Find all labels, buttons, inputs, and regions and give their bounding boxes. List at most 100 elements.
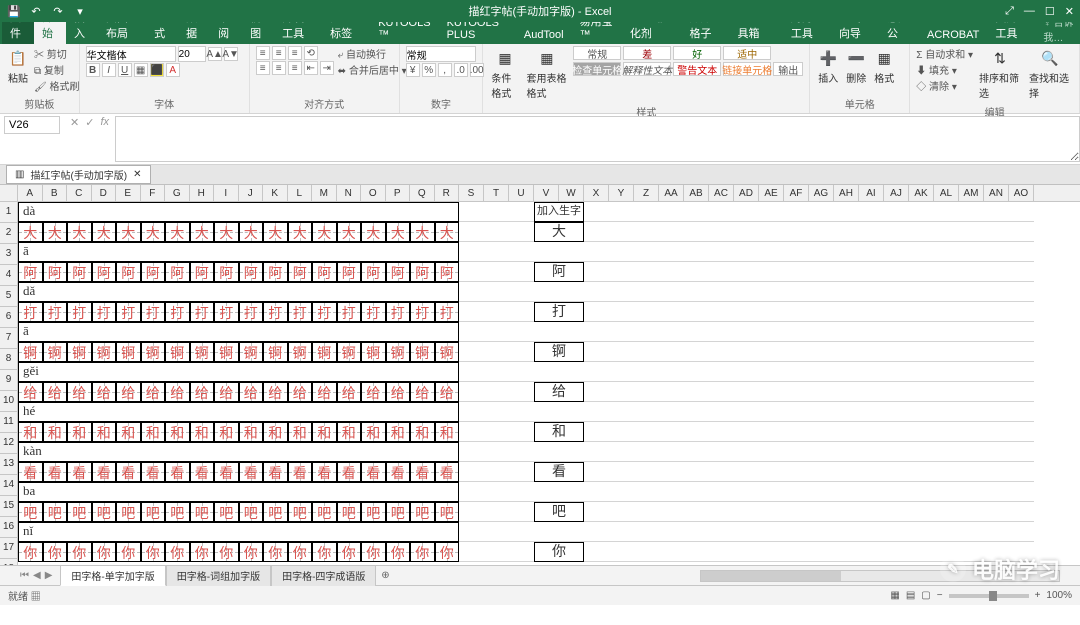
practice-char-cell[interactable]: 打 bbox=[43, 302, 68, 322]
undo-icon[interactable]: ↶ bbox=[28, 3, 44, 19]
sheet-tab[interactable]: 田字格-词组加字版 bbox=[166, 565, 271, 586]
practice-char-cell[interactable]: 吧 bbox=[435, 502, 460, 522]
delete-cells-button[interactable]: ➖删除 bbox=[844, 46, 868, 87]
view-normal-icon[interactable]: ▦ bbox=[890, 590, 899, 601]
sheet-tab[interactable]: 田字格-单字加字版 bbox=[60, 565, 165, 586]
align-top-icon[interactable]: ≡ bbox=[256, 46, 270, 60]
practice-char-cell[interactable]: 打 bbox=[239, 302, 264, 322]
row-header[interactable]: 1 bbox=[0, 202, 18, 223]
column-header[interactable]: AE bbox=[759, 185, 784, 201]
practice-char-cell[interactable]: 吧 bbox=[288, 502, 313, 522]
name-box[interactable] bbox=[4, 116, 60, 134]
practice-char-cell[interactable]: 大 bbox=[214, 222, 239, 242]
column-header[interactable]: G bbox=[165, 185, 190, 201]
practice-char-cell[interactable]: 给 bbox=[92, 382, 117, 402]
comma-icon[interactable]: , bbox=[438, 63, 452, 77]
align-right-icon[interactable]: ≡ bbox=[288, 61, 302, 75]
practice-char-cell[interactable]: 打 bbox=[312, 302, 337, 322]
pinyin-cell[interactable]: dǎ bbox=[18, 282, 459, 302]
practice-char-cell[interactable]: 给 bbox=[361, 382, 386, 402]
sheet-tab[interactable]: 田字格-四字成语版 bbox=[271, 565, 376, 586]
practice-char-cell[interactable]: 和 bbox=[18, 422, 43, 442]
style-good[interactable]: 好 bbox=[673, 46, 721, 60]
practice-char-cell[interactable]: 大 bbox=[410, 222, 435, 242]
increase-font-icon[interactable]: A▲ bbox=[208, 47, 222, 61]
practice-char-cell[interactable]: 你 bbox=[67, 542, 92, 562]
paste-button[interactable]: 📋粘贴 bbox=[6, 46, 30, 87]
column-header[interactable]: AL bbox=[934, 185, 959, 201]
practice-char-cell[interactable]: 大 bbox=[435, 222, 460, 242]
practice-char-cell[interactable]: 吧 bbox=[92, 502, 117, 522]
row-header[interactable]: 12 bbox=[0, 433, 18, 454]
practice-char-cell[interactable]: 大 bbox=[92, 222, 117, 242]
border-icon[interactable]: ▦ bbox=[134, 63, 148, 77]
insert-cells-button[interactable]: ➕插入 bbox=[816, 46, 840, 87]
practice-char-cell[interactable]: 阿 bbox=[214, 262, 239, 282]
practice-char-cell[interactable]: 你 bbox=[386, 542, 411, 562]
fx-icon[interactable]: fx bbox=[100, 116, 109, 129]
practice-char-cell[interactable]: 你 bbox=[263, 542, 288, 562]
practice-char-cell[interactable]: 锕 bbox=[43, 342, 68, 362]
column-header[interactable]: L bbox=[288, 185, 313, 201]
row-header[interactable]: 10 bbox=[0, 391, 18, 412]
practice-char-cell[interactable]: 阿 bbox=[239, 262, 264, 282]
practice-char-cell[interactable]: 你 bbox=[116, 542, 141, 562]
pinyin-cell[interactable]: dà bbox=[18, 202, 459, 222]
ribbon-options-icon[interactable]: ⤢ bbox=[1005, 5, 1014, 18]
format-painter-button[interactable]: 🖌 格式刷 bbox=[34, 78, 79, 93]
column-header[interactable]: AB bbox=[684, 185, 709, 201]
style-warning[interactable]: 警告文本 bbox=[673, 62, 721, 76]
font-color-icon[interactable]: A bbox=[166, 63, 180, 77]
practice-char-cell[interactable]: 阿 bbox=[337, 262, 362, 282]
inc-decimal-icon[interactable]: .0 bbox=[454, 63, 468, 77]
practice-char-cell[interactable]: 吧 bbox=[214, 502, 239, 522]
practice-char-cell[interactable]: 阿 bbox=[361, 262, 386, 282]
practice-char-cell[interactable]: 吧 bbox=[67, 502, 92, 522]
pinyin-cell[interactable]: kàn bbox=[18, 442, 459, 462]
view-pagebreak-icon[interactable]: ▢ bbox=[921, 590, 930, 601]
column-header[interactable]: Q bbox=[410, 185, 435, 201]
pinyin-cell[interactable]: gěi bbox=[18, 362, 459, 382]
cancel-fx-icon[interactable]: ✕ bbox=[70, 116, 79, 129]
pinyin-cell[interactable]: hé bbox=[18, 402, 459, 422]
practice-char-cell[interactable]: 锕 bbox=[214, 342, 239, 362]
practice-char-cell[interactable]: 看 bbox=[165, 462, 190, 482]
column-header[interactable]: O bbox=[361, 185, 386, 201]
column-header[interactable]: AJ bbox=[884, 185, 909, 201]
practice-char-cell[interactable]: 看 bbox=[435, 462, 460, 482]
practice-char-cell[interactable]: 和 bbox=[337, 422, 362, 442]
column-header[interactable]: B bbox=[43, 185, 68, 201]
practice-char-cell[interactable]: 大 bbox=[288, 222, 313, 242]
column-header[interactable]: T bbox=[484, 185, 509, 201]
row-header[interactable]: 14 bbox=[0, 475, 18, 496]
practice-char-cell[interactable]: 吧 bbox=[18, 502, 43, 522]
practice-char-cell[interactable]: 大 bbox=[165, 222, 190, 242]
pinyin-cell[interactable]: nǐ bbox=[18, 522, 459, 542]
practice-char-cell[interactable]: 大 bbox=[337, 222, 362, 242]
practice-char-cell[interactable]: 吧 bbox=[410, 502, 435, 522]
practice-char-cell[interactable]: 大 bbox=[190, 222, 215, 242]
practice-char-cell[interactable]: 打 bbox=[190, 302, 215, 322]
sort-filter-button[interactable]: ⇅排序和筛选 bbox=[977, 46, 1023, 102]
practice-char-cell[interactable]: 看 bbox=[92, 462, 117, 482]
column-header[interactable]: I bbox=[214, 185, 239, 201]
practice-char-cell[interactable]: 和 bbox=[410, 422, 435, 442]
ribbon-tab[interactable]: AudTool bbox=[516, 26, 572, 44]
add-sheet-button[interactable]: ⊕ bbox=[376, 570, 394, 581]
dec-decimal-icon[interactable]: .00 bbox=[470, 63, 484, 77]
practice-char-cell[interactable]: 锕 bbox=[263, 342, 288, 362]
practice-char-cell[interactable]: 看 bbox=[190, 462, 215, 482]
practice-char-cell[interactable]: 看 bbox=[43, 462, 68, 482]
practice-char-cell[interactable]: 和 bbox=[43, 422, 68, 442]
column-header[interactable]: X bbox=[584, 185, 609, 201]
practice-char-cell[interactable]: 你 bbox=[410, 542, 435, 562]
practice-char-cell[interactable]: 阿 bbox=[288, 262, 313, 282]
practice-char-cell[interactable]: 打 bbox=[410, 302, 435, 322]
column-header[interactable]: D bbox=[92, 185, 117, 201]
column-header[interactable]: Z bbox=[634, 185, 659, 201]
practice-char-cell[interactable]: 和 bbox=[435, 422, 460, 442]
source-char-cell[interactable]: 看 bbox=[534, 462, 584, 482]
wrap-text-button[interactable]: ⤶ 自动换行 bbox=[338, 46, 407, 61]
practice-char-cell[interactable]: 锕 bbox=[386, 342, 411, 362]
practice-char-cell[interactable]: 给 bbox=[67, 382, 92, 402]
